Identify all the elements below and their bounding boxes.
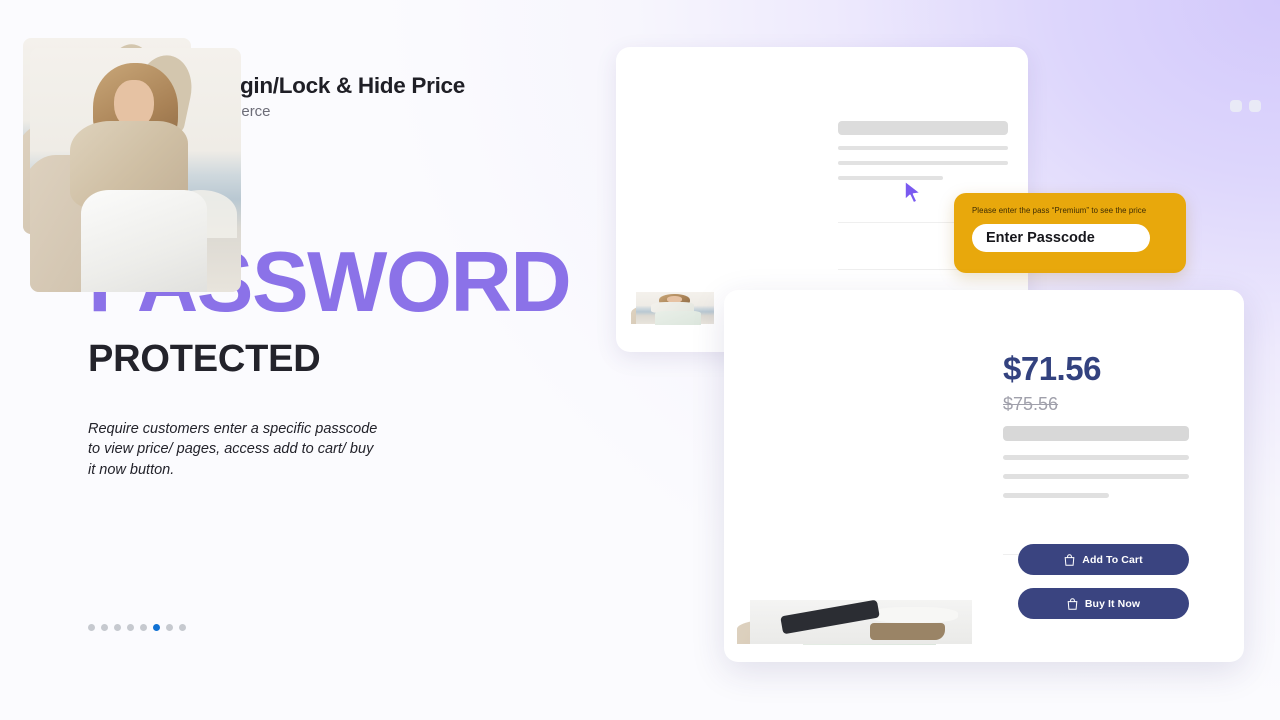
buy-it-now-button[interactable]: Buy It Now (1018, 588, 1189, 619)
carousel-dot[interactable] (166, 624, 173, 631)
product-description-skeleton (1003, 426, 1189, 555)
mouse-pointer-icon (903, 180, 925, 206)
carousel-dot[interactable] (101, 624, 108, 631)
thumbnail-bag-boots[interactable] (750, 599, 972, 644)
skeleton-title-bar (1003, 426, 1189, 441)
carousel-dot[interactable] (114, 624, 121, 631)
carousel-dot-active[interactable] (153, 624, 160, 631)
carousel-dot[interactable] (179, 624, 186, 631)
background-card-swatches[interactable] (1230, 100, 1261, 112)
swatch-square[interactable] (1230, 100, 1242, 112)
hero-description: Require customers enter a specific passc… (88, 420, 378, 479)
shopping-bag-icon (1064, 553, 1075, 566)
passcode-prompt-box: Please enter the pass “Premium” to see t… (954, 193, 1186, 273)
swatch-square[interactable] (1249, 100, 1261, 112)
thumbnail-model-dress[interactable] (636, 292, 714, 325)
passcode-input[interactable]: Enter Passcode (972, 224, 1150, 252)
background-card-thumbnail-strip[interactable]: ‹ (631, 292, 714, 325)
carousel-pagination[interactable] (88, 624, 186, 631)
add-to-cart-button[interactable]: Add To Cart (1018, 544, 1189, 575)
skeleton-line-short (1003, 493, 1110, 498)
carousel-dot[interactable] (140, 624, 147, 631)
add-to-cart-label: Add To Cart (1082, 553, 1143, 566)
carousel-dot[interactable] (127, 624, 134, 631)
passcode-instruction-text: Please enter the pass “Premium” to see t… (972, 206, 1147, 215)
buy-it-now-label: Buy It Now (1084, 597, 1141, 610)
product-main-image (30, 48, 241, 292)
carousel-dot[interactable] (88, 624, 95, 631)
skeleton-line (838, 146, 1008, 150)
skeleton-line (838, 161, 1008, 165)
headline-protected: PROTECTED (88, 337, 321, 380)
product-compare-price: $75.56 (1003, 394, 1059, 414)
skeleton-line (1003, 474, 1189, 479)
product-thumbnail-strip[interactable]: ‹ › (736, 599, 972, 645)
skeleton-title-bar (838, 121, 1008, 135)
product-price: $71.56 (1003, 350, 1101, 387)
skeleton-line (1003, 455, 1189, 460)
shopping-bag-icon (1067, 597, 1078, 610)
skeleton-line-short (838, 176, 944, 180)
